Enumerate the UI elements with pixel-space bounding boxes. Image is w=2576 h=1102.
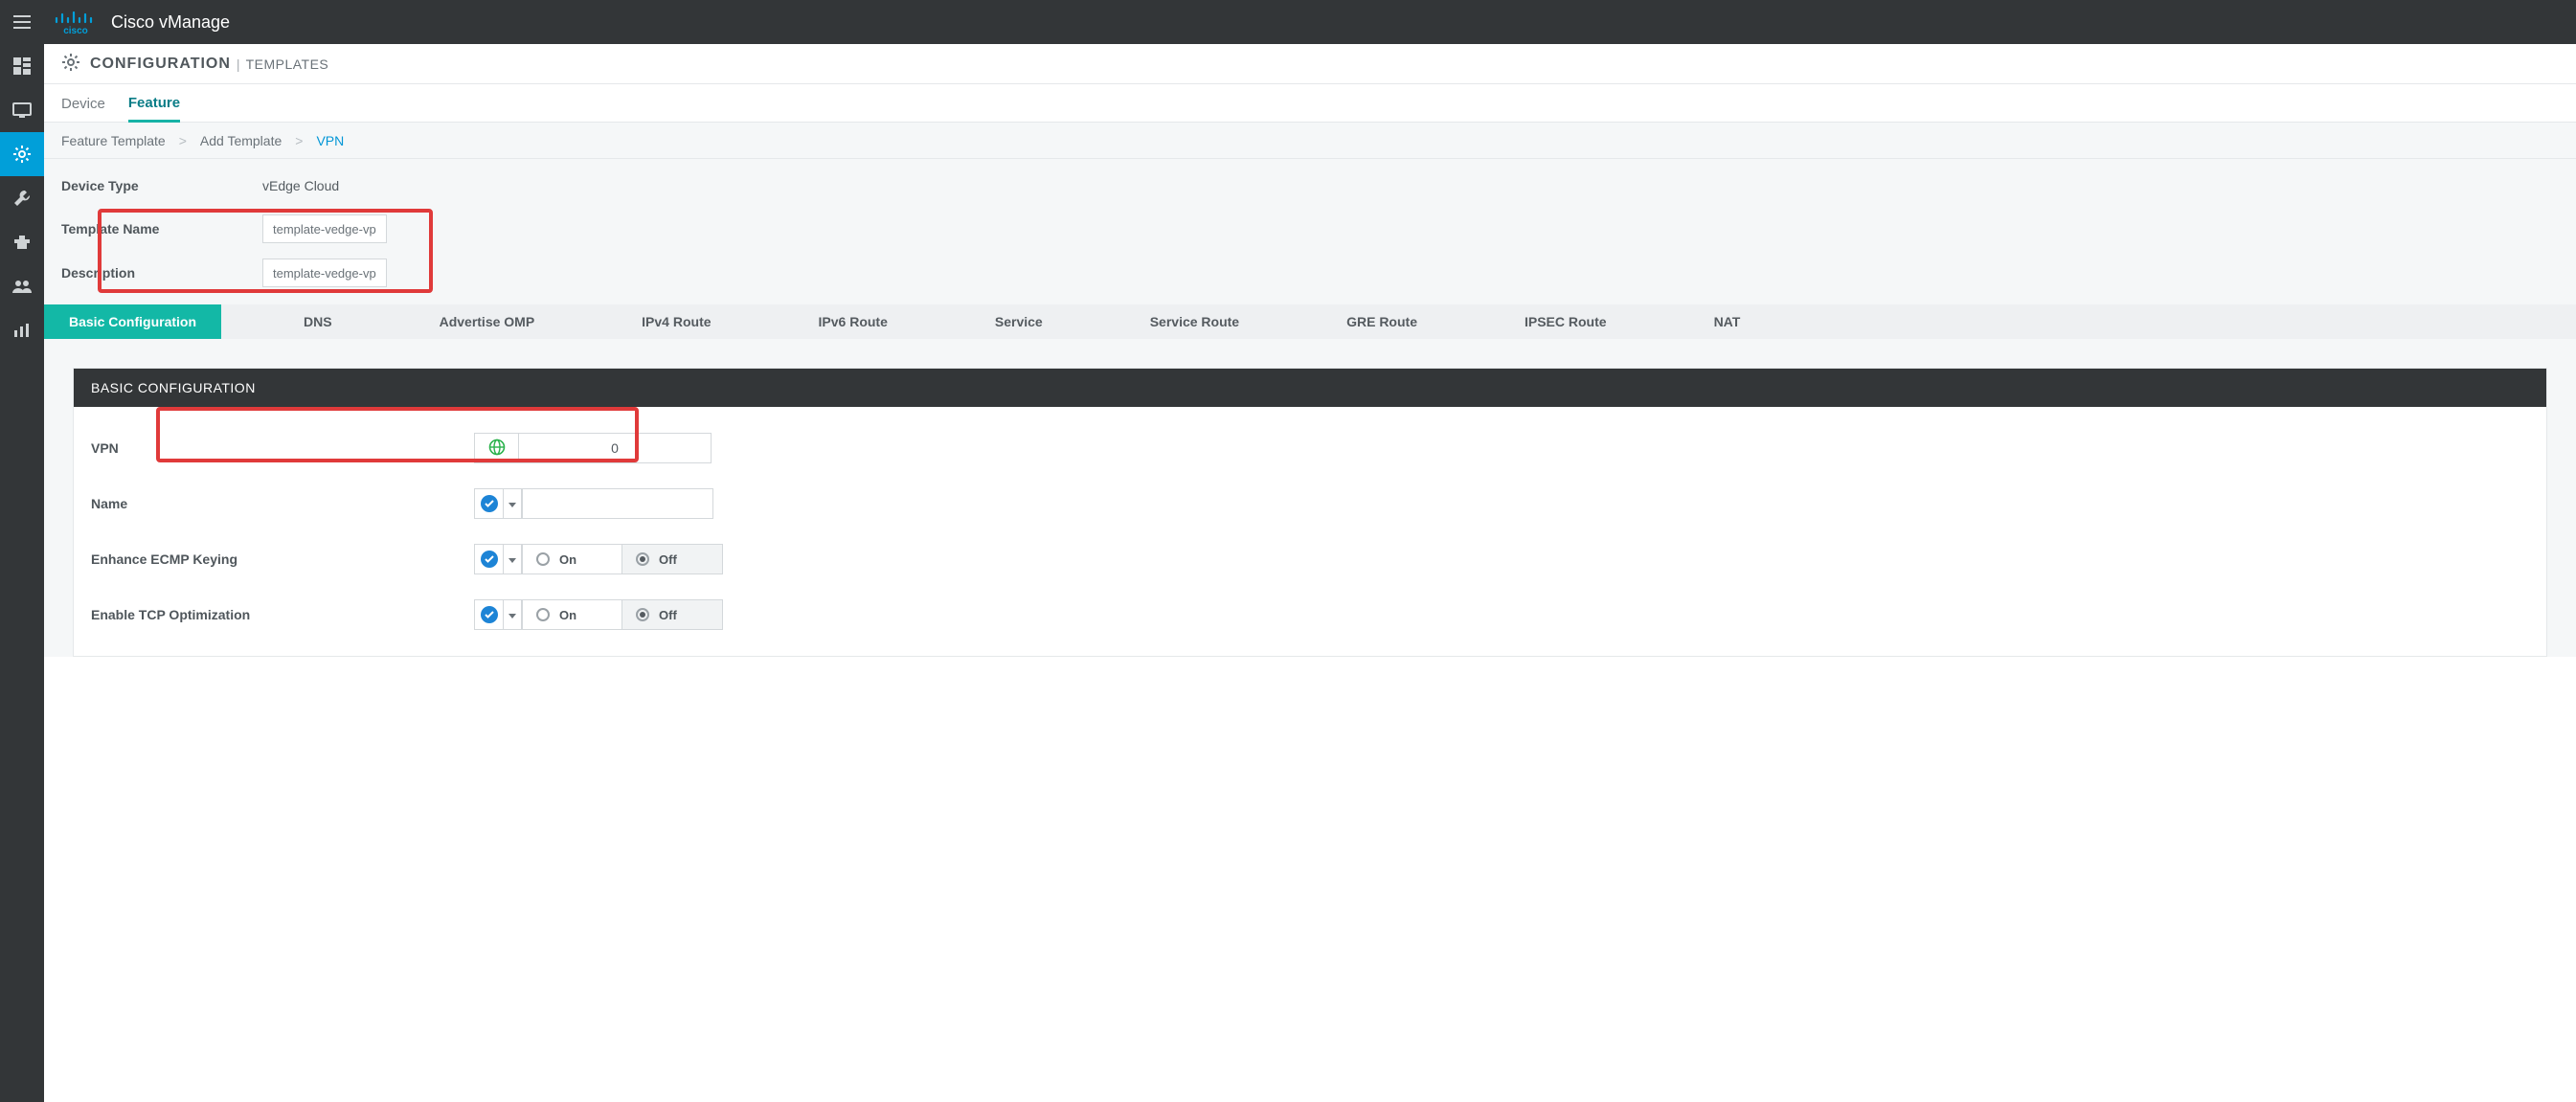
tcp-scope-dropdown[interactable] bbox=[474, 599, 522, 630]
crumb-add-template[interactable]: Add Template bbox=[200, 133, 282, 148]
cisco-logo-icon: cisco bbox=[54, 9, 98, 35]
breadcrumb: Feature Template > Add Template > VPN bbox=[44, 123, 2576, 159]
ecmp-off-option[interactable]: Off bbox=[622, 545, 722, 573]
name-input[interactable] bbox=[522, 488, 713, 519]
panel-title: BASIC CONFIGURATION bbox=[74, 369, 2546, 407]
template-desc-input[interactable] bbox=[262, 259, 387, 287]
tcp-on-option[interactable]: On bbox=[523, 600, 622, 629]
sidebar-item-analytics[interactable] bbox=[0, 308, 44, 352]
device-type-label: Device Type bbox=[61, 178, 262, 193]
template-desc-label: Description bbox=[61, 265, 262, 281]
page-subtitle: TEMPLATES bbox=[246, 56, 329, 72]
caret-down-icon bbox=[508, 496, 516, 511]
sidebar-item-monitor[interactable] bbox=[0, 88, 44, 132]
section-tab-serviceroute[interactable]: Service Route bbox=[1125, 304, 1264, 339]
tcp-off-label: Off bbox=[659, 608, 677, 622]
gear-icon bbox=[61, 53, 80, 75]
name-label: Name bbox=[91, 496, 474, 511]
sidebar-item-administration[interactable] bbox=[0, 264, 44, 308]
radio-icon bbox=[536, 552, 550, 566]
section-tab-nat[interactable]: NAT bbox=[1689, 304, 1766, 339]
section-tab-service[interactable]: Service bbox=[970, 304, 1068, 339]
device-type-row: Device Type vEdge Cloud bbox=[44, 159, 2576, 207]
device-type-value: vEdge Cloud bbox=[262, 178, 339, 193]
caret-down-icon bbox=[508, 607, 516, 622]
ecmp-label: Enhance ECMP Keying bbox=[91, 551, 474, 567]
crumb-sep: > bbox=[179, 133, 187, 148]
template-desc-row: Description bbox=[44, 251, 2576, 295]
product-name: Cisco vManage bbox=[111, 12, 230, 33]
svg-text:cisco: cisco bbox=[63, 26, 88, 35]
row-tcp: Enable TCP Optimization On bbox=[74, 587, 2546, 642]
brand-area: cisco Cisco vManage bbox=[44, 0, 247, 44]
sidebar-item-configuration[interactable] bbox=[0, 132, 44, 176]
ecmp-scope-dropdown[interactable] bbox=[474, 544, 522, 574]
vpn-value-group: 0 bbox=[474, 433, 712, 463]
ecmp-on-label: On bbox=[559, 552, 576, 567]
caret-down-icon bbox=[508, 551, 516, 567]
check-circle-icon bbox=[481, 606, 498, 623]
row-name: Name bbox=[74, 476, 2546, 531]
ecmp-radio-group: On Off bbox=[522, 544, 723, 574]
page-header: CONFIGURATION | TEMPLATES bbox=[44, 44, 2576, 84]
tcp-radio-group: On Off bbox=[522, 599, 723, 630]
section-tab-gre[interactable]: GRE Route bbox=[1322, 304, 1442, 339]
section-tab-omp[interactable]: Advertise OMP bbox=[415, 304, 560, 339]
hamburger-menu-button[interactable] bbox=[0, 0, 44, 44]
radio-icon bbox=[536, 608, 550, 621]
subtab-device[interactable]: Device bbox=[61, 96, 105, 122]
crumb-vpn: VPN bbox=[316, 133, 344, 148]
sidebar-item-tools[interactable] bbox=[0, 176, 44, 220]
check-circle-icon bbox=[481, 551, 498, 568]
name-scope-dropdown[interactable] bbox=[474, 488, 522, 519]
page-title: CONFIGURATION bbox=[90, 56, 231, 73]
check-circle-icon bbox=[481, 495, 498, 512]
radio-icon bbox=[636, 552, 649, 566]
basic-config-panel: BASIC CONFIGURATION VPN 0 bbox=[73, 368, 2547, 657]
template-name-row: Template Name bbox=[44, 207, 2576, 251]
ecmp-on-option[interactable]: On bbox=[523, 545, 622, 573]
title-divider: | bbox=[237, 56, 240, 72]
template-name-input[interactable] bbox=[262, 214, 387, 243]
tcp-on-label: On bbox=[559, 608, 576, 622]
radio-icon bbox=[636, 608, 649, 621]
left-sidebar bbox=[0, 44, 44, 1102]
scope-globe-button[interactable] bbox=[475, 434, 519, 462]
template-name-label: Template Name bbox=[61, 221, 262, 236]
section-tab-ipv6[interactable]: IPv6 Route bbox=[794, 304, 913, 339]
section-tab-basic[interactable]: Basic Configuration bbox=[44, 304, 221, 339]
subtab-feature[interactable]: Feature bbox=[128, 95, 180, 123]
ecmp-off-label: Off bbox=[659, 552, 677, 567]
crumb-sep: > bbox=[295, 133, 303, 148]
hamburger-icon bbox=[13, 15, 31, 29]
crumb-feature-template[interactable]: Feature Template bbox=[61, 133, 166, 148]
sidebar-item-maintenance[interactable] bbox=[0, 220, 44, 264]
tcp-off-option[interactable]: Off bbox=[622, 600, 722, 629]
vpn-value[interactable]: 0 bbox=[519, 434, 711, 462]
section-tab-dns[interactable]: DNS bbox=[279, 304, 357, 339]
row-ecmp: Enhance ECMP Keying On bbox=[74, 531, 2546, 587]
tcp-label: Enable TCP Optimization bbox=[91, 607, 474, 622]
subtabs-bar: Device Feature bbox=[44, 84, 2576, 123]
vpn-label: VPN bbox=[91, 440, 474, 456]
section-tab-ipv4[interactable]: IPv4 Route bbox=[617, 304, 735, 339]
section-tabs: Basic Configuration DNS Advertise OMP IP… bbox=[44, 304, 2576, 339]
section-tab-ipsec[interactable]: IPSEC Route bbox=[1500, 304, 1632, 339]
row-vpn: VPN 0 bbox=[74, 420, 2546, 476]
globe-icon bbox=[488, 439, 506, 459]
sidebar-item-dashboard[interactable] bbox=[0, 44, 44, 88]
